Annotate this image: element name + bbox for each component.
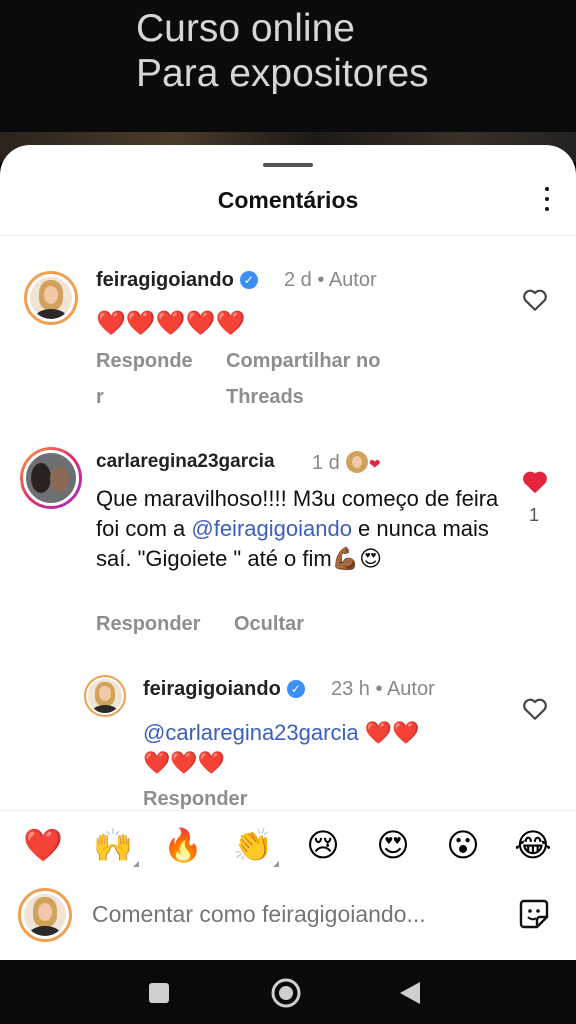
reply-time: 23 h — [331, 678, 370, 700]
reaction-heart-eyes[interactable]: 😍 — [373, 825, 413, 865]
comment-composer — [0, 882, 576, 960]
reply-hearts: ❤️❤️❤️ — [143, 750, 226, 775]
like-count: 1 — [529, 505, 540, 525]
back-icon[interactable] — [398, 980, 422, 1006]
avatar — [18, 888, 72, 942]
author-liked-heart-icon: ❤ — [368, 456, 381, 472]
recent-apps-icon[interactable] — [148, 982, 170, 1004]
reaction-glyph: 🙌 — [93, 827, 133, 863]
username-text[interactable]: feiragigoiando — [143, 678, 281, 700]
video-caption: Curso online Para expositores — [136, 6, 429, 96]
reaction-heart[interactable]: ❤️ — [23, 825, 63, 865]
skin-tone-indicator-icon — [273, 861, 279, 867]
like-heart-icon[interactable] — [522, 697, 548, 721]
sticker-icon[interactable] — [518, 898, 550, 930]
more-options-icon[interactable] — [542, 187, 552, 211]
reaction-glyph: 👏 — [233, 827, 273, 863]
comment-time: 1 d — [312, 452, 340, 474]
share-threads-button[interactable]: Compartilhar no Threads — [226, 343, 380, 415]
reply-button[interactable]: Responder — [96, 606, 200, 642]
comment-username[interactable]: carlaregina23garcia — [96, 451, 275, 473]
reply-meta: 23 h • Autor — [331, 678, 435, 700]
comment-time: 2 d — [284, 269, 312, 291]
reply-text: @carlaregina23garcia ❤️❤️ ❤️❤️❤️ — [143, 718, 503, 778]
comment-text: Que maravilhoso!!!! M3u começo de feira … — [96, 484, 516, 574]
home-icon[interactable] — [270, 977, 302, 1009]
mention-link[interactable]: @feiragigoiando — [191, 516, 352, 541]
comment-meta: 2 d • Autor — [284, 269, 377, 291]
author-tag: Autor — [386, 678, 435, 700]
reaction-laughing[interactable]: 😂 — [513, 825, 553, 865]
video-background: Curso online Para expositores — [0, 0, 576, 162]
video-caption-line1: Curso online — [136, 7, 355, 50]
system-navigation-bar — [0, 960, 576, 1024]
reaction-raised-hands[interactable]: 🙌 — [93, 825, 139, 867]
comment-meta: 1 d ❤ — [312, 451, 381, 475]
reaction-fire[interactable]: 🔥 — [163, 825, 203, 865]
reaction-crying[interactable]: 😢 — [303, 825, 343, 865]
reaction-surprised[interactable]: 😮 — [443, 825, 483, 865]
video-caption-line2: Para expositores — [136, 52, 429, 95]
skin-tone-indicator-icon — [133, 861, 139, 867]
liked-heart-icon[interactable] — [522, 470, 548, 494]
quick-reactions-bar: ❤️ 🙌 🔥 👏 😢 😍 😮 😂 — [0, 810, 576, 882]
comment-input[interactable] — [92, 896, 502, 932]
comment-username[interactable]: feiragigoiando ✓ — [96, 269, 258, 292]
like-heart-icon[interactable] — [522, 288, 548, 312]
reply-hearts: ❤️❤️ — [364, 720, 420, 745]
author-tag: Autor — [328, 269, 377, 291]
sheet-drag-handle[interactable] — [263, 163, 313, 167]
mention-link[interactable]: @carlaregina23garcia — [143, 720, 359, 745]
avatar[interactable] — [84, 675, 126, 717]
verified-badge-icon: ✓ — [286, 680, 305, 698]
reaction-clap[interactable]: 👏 — [233, 825, 279, 867]
header-divider — [0, 235, 576, 236]
avatar[interactable] — [20, 447, 82, 509]
author-liked-avatar — [345, 451, 368, 473]
sheet-title: Comentários — [217, 187, 359, 213]
comment-text: ❤️❤️❤️❤️❤️ — [96, 310, 246, 337]
username-text[interactable]: feiragigoiando — [96, 269, 234, 291]
verified-badge-icon: ✓ — [239, 271, 258, 289]
avatar[interactable] — [24, 271, 78, 325]
hide-button[interactable]: Ocultar — [234, 606, 304, 642]
reply-username[interactable]: feiragigoiando ✓ — [143, 678, 305, 701]
reply-button[interactable]: Responde r — [96, 343, 216, 415]
